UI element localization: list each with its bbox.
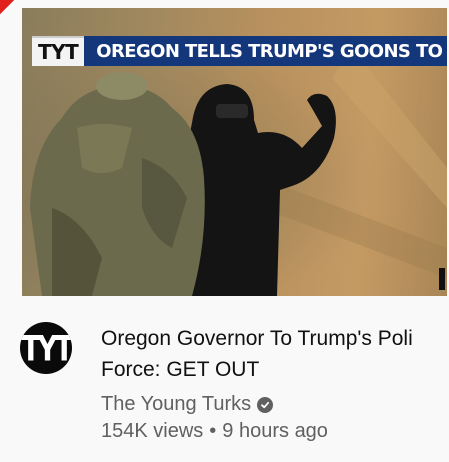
channel-avatar[interactable]: TYT (20, 322, 72, 374)
video-meta: Oregon Governor To Trump's Poli Force: G… (101, 323, 449, 443)
avatar-logo: TYT (21, 327, 72, 369)
video-title-line2: Force: GET OUT (101, 358, 260, 381)
upload-age: 9 hours ago (222, 420, 328, 442)
channel-name: The Young Turks (101, 393, 252, 415)
video-thumbnail[interactable]: TYT OREGON TELLS TRUMP'S GOONS TO LEAV (22, 8, 447, 296)
thumbnail-headline: OREGON TELLS TRUMP'S GOONS TO LEAV (84, 36, 447, 66)
video-card: TYT OREGON TELLS TRUMP'S GOONS TO LEAV T… (0, 0, 449, 462)
stats-separator: • (209, 420, 217, 442)
video-stats: 154K views • 9 hours ago (101, 420, 449, 443)
thumbnail-logo: TYT (32, 36, 85, 66)
view-count: 154K views (101, 420, 204, 442)
duration-badge (439, 268, 445, 290)
video-title-line1: Oregon Governor To Trump's Poli (101, 327, 413, 350)
thumbnail-banner: TYT OREGON TELLS TRUMP'S GOONS TO LEAV (32, 36, 447, 66)
channel-name-link[interactable]: The Young Turks (101, 393, 449, 416)
video-title[interactable]: Oregon Governor To Trump's Poli Force: G… (101, 323, 449, 385)
check-circle-icon (257, 396, 274, 413)
